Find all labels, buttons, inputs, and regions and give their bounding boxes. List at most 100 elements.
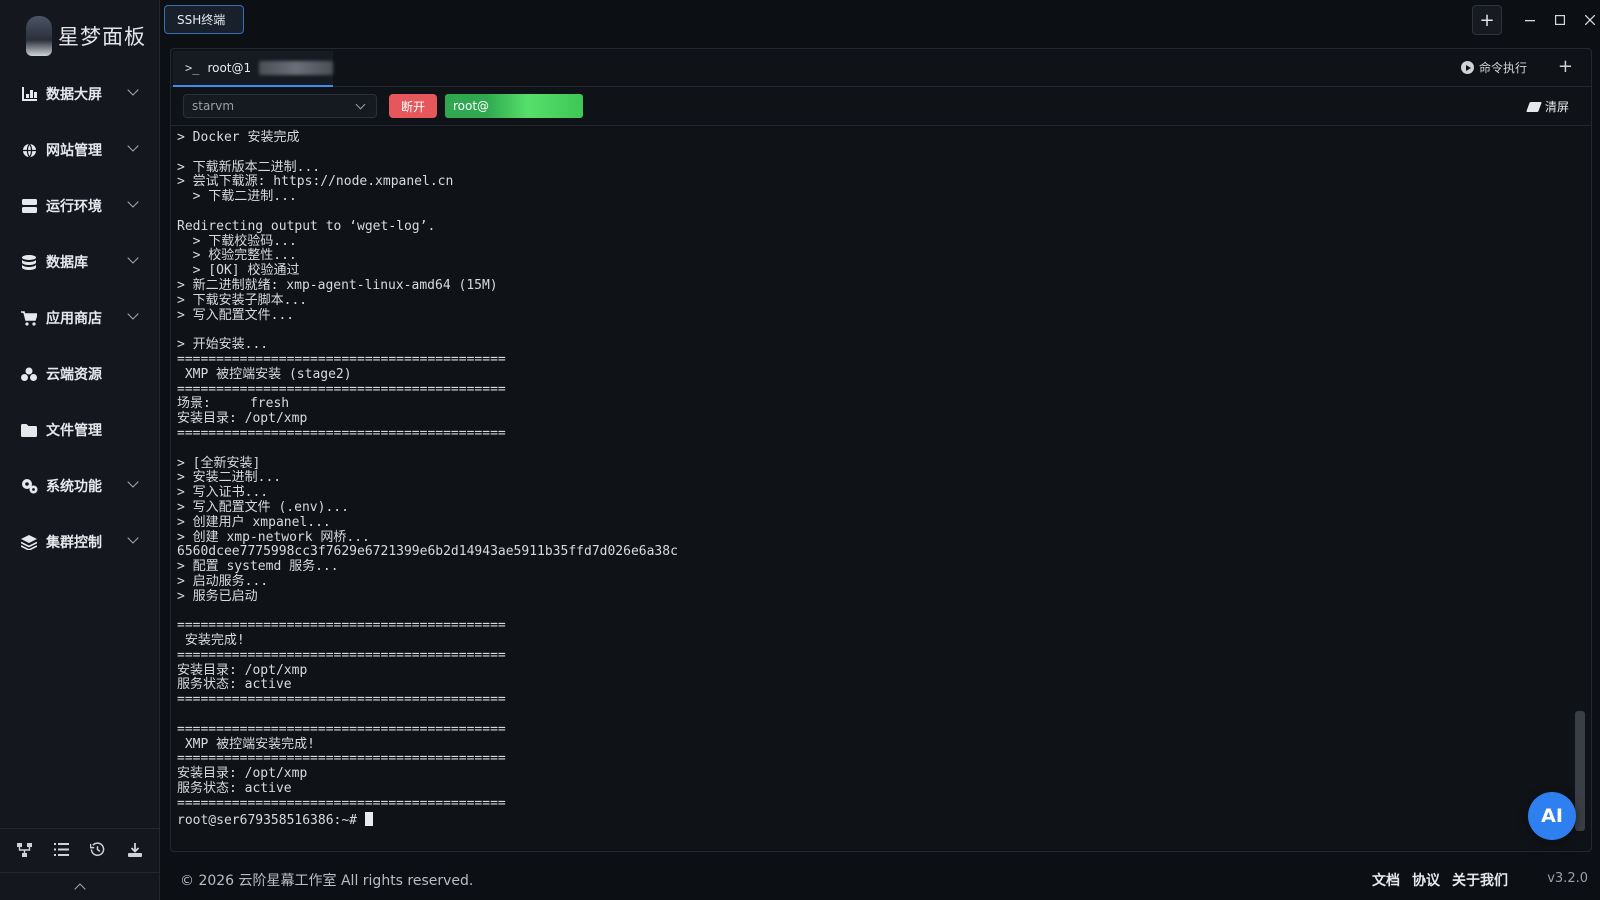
terminal-line: ========================================… [177,351,506,367]
sidebar-item-label: 数据库 [46,255,88,271]
session-tab-label: root@1 [207,61,252,75]
sidebar-item-system[interactable]: 系统功能 [0,464,159,508]
sidebar-item-label: 文件管理 [46,423,102,439]
terminal-line: > 启动服务... [177,573,269,589]
terminal-line: 安装目录: /opt/xmp [177,766,308,782]
terminal-line: ========================================… [177,381,506,397]
ai-button-label: AI [1541,805,1563,827]
eraser-icon [1526,101,1542,112]
chevron-down-icon [127,476,139,488]
terminal-line: > Docker 安装完成 [177,130,300,145]
ai-assistant-button[interactable]: AI [1528,792,1576,840]
network-icon[interactable] [14,840,34,860]
terminal-line: > 尝试下载源: https://node.xmpanel.cn [177,174,454,190]
sidebar-item-dashboard[interactable]: 数据大屏 [0,72,159,116]
command-exec-label: 命令执行 [1478,61,1527,75]
terminal-line: > 安装二进制... [177,470,282,486]
database-icon [20,254,38,270]
disconnect-button[interactable]: 断开 [389,94,437,118]
sidebar-item-app-store[interactable]: 应用商店 [0,296,159,340]
terminal-panel: >_ root@1 命令执行 + starvm 断开 root@ 清屏 > Do… [170,48,1592,852]
add-session-button[interactable]: + [1558,56,1573,77]
terminal-line: 安装目录: /opt/xmp [177,662,308,678]
tab-ssh-terminal[interactable]: SSH终端 [164,5,244,34]
terminal-line: ========================================… [177,647,506,663]
sidebar-item-websites[interactable]: 网站管理 [0,128,159,172]
terminal-prompt: root@ser679358516386:~# [177,812,365,828]
maximize-button[interactable] [1548,8,1572,32]
play-icon [1460,61,1474,74]
terminal-line: > 校验完整性... [177,248,297,264]
new-tab-button[interactable]: + [1472,5,1502,35]
sidebar: 星梦面板 数据大屏 网站管理 运行环境 数据库 应用商店 云端资源 文件管理 系… [0,0,160,900]
folder-icon [20,422,38,438]
copyright-text: © 2026 云阶星幕工作室 All rights reserved. [180,873,474,889]
tab-label: SSH终端 [177,13,226,27]
disconnect-label: 断开 [400,99,425,114]
terminal-scrollbar[interactable] [1575,711,1585,831]
server-select-value: starvm [192,99,235,113]
history-icon[interactable] [88,840,108,860]
terminal-line: > 写入配置文件 (.env)... [177,499,349,515]
bar-chart-icon [20,86,38,102]
footer-link-docs[interactable]: 文档 [1372,870,1400,890]
app-window: 星梦面板 数据大屏 网站管理 运行环境 数据库 应用商店 云端资源 文件管理 系… [0,0,1600,900]
sidebar-item-label: 数据大屏 [46,87,102,103]
chevron-down-icon [127,84,139,96]
redacted-host [259,61,333,75]
terminal-line: > 下载二进制... [177,189,297,205]
terminal-line: > 下载新版本二进制... [177,159,321,175]
cloud-icon [20,366,38,382]
terminal-line: > 下载校验码... [177,233,297,249]
server-select[interactable]: starvm [183,94,377,118]
terminal-line: > 创建 xmp-network 网桥... [177,529,370,545]
footer-link-agreement[interactable]: 协议 [1412,870,1440,890]
sidebar-item-files[interactable]: 文件管理 [0,408,159,452]
terminal-tabstrip: >_ root@1 命令执行 + [171,49,1591,87]
terminal-prompt-line[interactable]: root@ser679358516386:~# [177,811,1585,828]
terminal-line: XMP 被控端安装完成! [177,736,315,752]
status-label: root@ [453,99,490,113]
list-icon[interactable] [51,840,71,860]
terminal-line: > 开始安装... [177,337,269,353]
terminal-line: XMP 被控端安装 (stage2) [177,366,352,382]
terminal-line: 安装目录: /opt/xmp [177,411,308,427]
terminal-line: ========================================… [177,721,506,737]
sidebar-item-database[interactable]: 数据库 [0,240,159,284]
clear-screen-button[interactable]: 清屏 [1526,98,1569,115]
terminal-session-tab[interactable]: >_ root@1 [173,51,333,87]
close-button[interactable] [1578,8,1600,32]
version-label: v3.2.0 [1547,871,1588,886]
logo[interactable]: 星梦面板 [0,0,159,72]
terminal-line: > [全新安装] [177,455,261,471]
command-exec-button[interactable]: 命令执行 [1460,59,1527,76]
globe-icon [20,142,38,158]
footer-links: 文档 协议 关于我们 [1372,870,1508,890]
server-icon [20,198,38,214]
logo-text: 星梦面板 [58,25,146,49]
terminal-line: 服务状态: active [177,677,292,693]
sidebar-item-label: 云端资源 [46,367,102,383]
download-icon[interactable] [125,840,145,860]
terminal-output[interactable]: > Docker 安装完成 > 下载新版本二进制... > 尝试下载源: https… [171,127,1591,847]
terminal-line: ========================================… [177,425,506,441]
plus-icon: + [1479,9,1495,31]
minimize-button[interactable] [1518,8,1542,32]
sidebar-collapse-button[interactable] [0,872,159,900]
sidebar-item-cloud[interactable]: 云端资源 [0,352,159,396]
footer-link-about[interactable]: 关于我们 [1452,870,1508,890]
terminal-line: 场景: fresh [177,396,290,412]
terminal-line: > 写入证书... [177,485,269,501]
terminal-line: > [OK] 校验通过 [177,263,300,279]
maximize-icon [1555,15,1565,25]
sidebar-item-label: 系统功能 [46,479,102,495]
terminal-line: > 配置 systemd 服务... [177,559,339,575]
sidebar-item-cluster[interactable]: 集群控制 [0,520,159,564]
sidebar-item-runtime[interactable]: 运行环境 [0,184,159,228]
chevron-down-icon [127,532,139,544]
sidebar-toolbar [0,828,159,870]
